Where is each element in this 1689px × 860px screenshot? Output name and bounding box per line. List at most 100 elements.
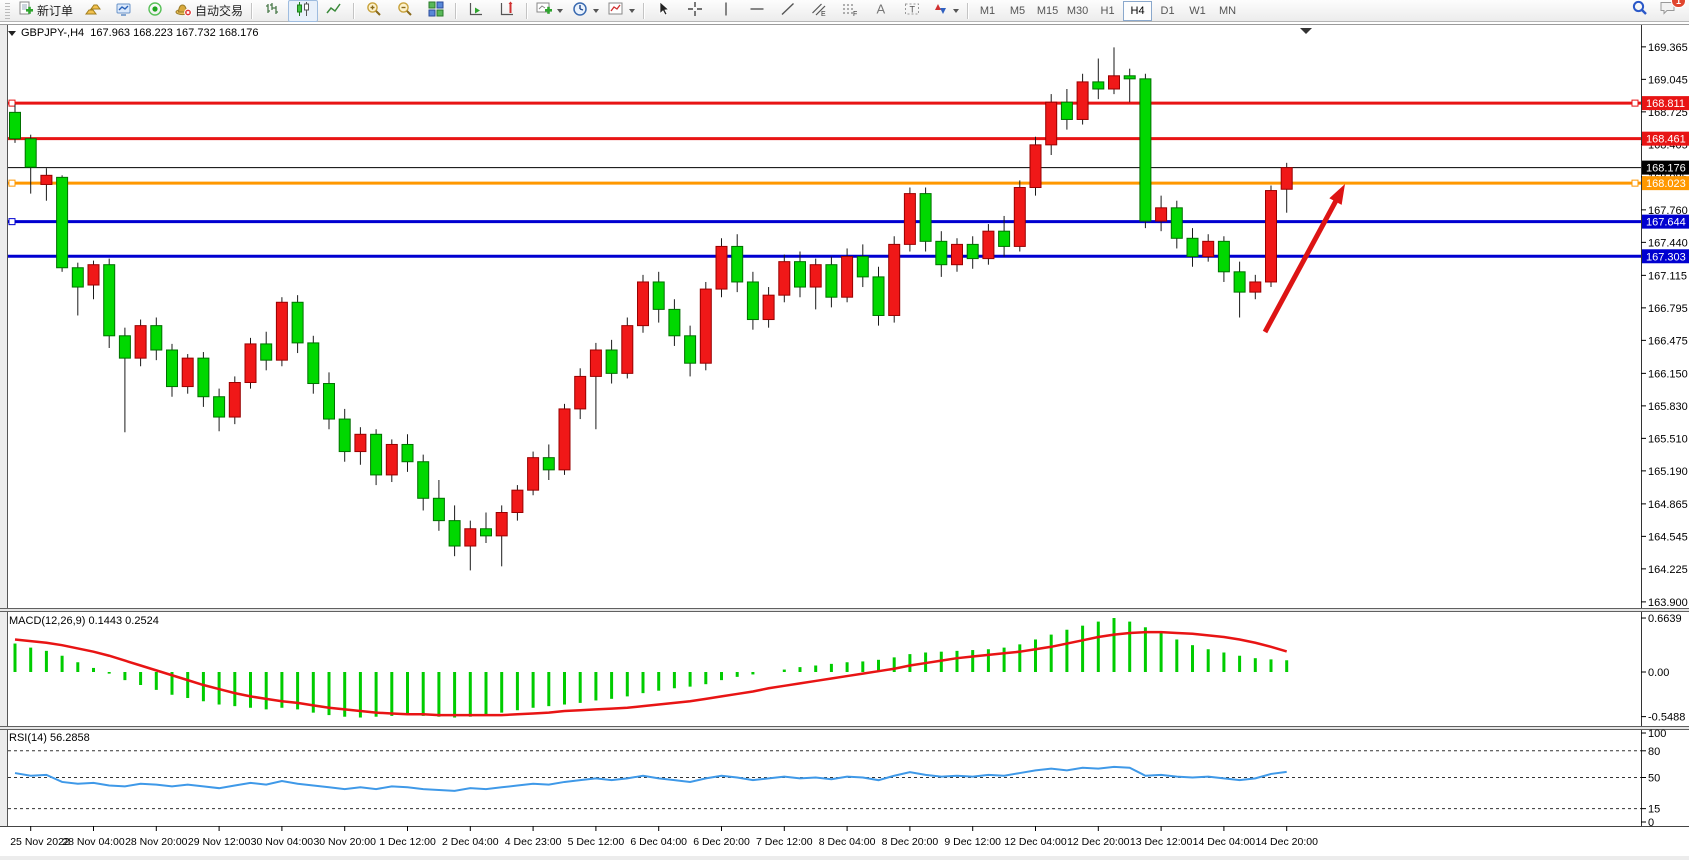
svg-text:168.461: 168.461 (1646, 134, 1686, 146)
candle-chart-mode-button[interactable] (288, 0, 318, 22)
arrows-button[interactable] (928, 0, 963, 22)
rsi-label: RSI(14) 56.2858 (9, 732, 90, 744)
equidistant-channel-button[interactable]: E (804, 0, 834, 22)
timeframe-M1[interactable]: M1 (973, 1, 1002, 21)
price-axis[interactable]: 169.365169.045168.725168.405168.085167.7… (1641, 42, 1689, 609)
horizontal-line-button[interactable] (742, 0, 772, 22)
svg-text:167.644: 167.644 (1646, 217, 1686, 229)
crosshair-button[interactable] (680, 0, 710, 22)
chart-window-button[interactable] (109, 0, 139, 22)
timeframe-M30[interactable]: M30 (1063, 1, 1092, 21)
svg-text:169.045: 169.045 (1648, 74, 1688, 86)
tile-windows-button[interactable] (421, 0, 451, 22)
time-axis[interactable]: 25 Nov 202228 Nov 04:0028 Nov 20:0029 No… (10, 826, 1318, 848)
chart-window-icon (116, 1, 132, 20)
autotrading-label: 自动交易 (195, 2, 243, 19)
svg-text:28 Nov 04:00: 28 Nov 04:00 (62, 836, 125, 848)
svg-text:164.865: 164.865 (1648, 499, 1688, 511)
timeframe-W1[interactable]: W1 (1183, 1, 1212, 21)
auto-scroll-button[interactable] (461, 0, 491, 22)
chart-canvas[interactable]: 169.365169.045168.725168.405168.085167.7… (0, 24, 1689, 860)
svg-text:12 Dec 04:00: 12 Dec 04:00 (1004, 836, 1067, 848)
chevron-down-icon (593, 9, 599, 13)
fibonacci-button[interactable]: F (835, 0, 865, 22)
symbol-dropdown-icon[interactable] (8, 31, 16, 36)
bar-chart-mode-button[interactable] (257, 0, 287, 22)
new-order-button[interactable]: 新订单 (14, 0, 77, 22)
svg-text:164.545: 164.545 (1648, 531, 1688, 543)
separator (643, 3, 645, 19)
search-icon[interactable] (1631, 0, 1649, 22)
timeframe-M5[interactable]: M5 (1003, 1, 1032, 21)
svg-text:25 Nov 2022: 25 Nov 2022 (10, 836, 70, 848)
vertical-line-icon (718, 1, 734, 20)
candlestick-chart-icon (295, 1, 311, 20)
rsi-line (15, 767, 1287, 791)
svg-text:15: 15 (1648, 804, 1660, 816)
timeframe-H4[interactable]: H4 (1123, 1, 1152, 21)
equidistant-channel-icon: E (811, 1, 827, 20)
line-handle[interactable] (1632, 100, 1638, 106)
chevron-down-icon (629, 9, 635, 13)
periods-button[interactable] (568, 0, 603, 22)
line-handle[interactable] (9, 100, 15, 106)
svg-text:165.830: 165.830 (1648, 401, 1688, 413)
symbol-title: GBPJPY-,H4 167.963 168.223 167.732 168.1… (21, 27, 259, 39)
cursor-button[interactable] (649, 0, 679, 22)
line-handle[interactable] (1632, 180, 1638, 186)
gold-button[interactable] (78, 0, 108, 22)
clock-icon (572, 1, 588, 20)
svg-text:29 Nov 12:00: 29 Nov 12:00 (188, 836, 251, 848)
bar-chart-icon (264, 1, 280, 20)
chevron-down-icon (953, 9, 959, 13)
chart-window[interactable]: 169.365169.045168.725168.405168.085167.7… (0, 24, 1689, 860)
svg-text:F: F (853, 11, 857, 17)
text-button[interactable]: A (866, 0, 896, 22)
zoom-out-button[interactable] (390, 0, 420, 22)
trendline-button[interactable] (773, 0, 803, 22)
svg-text:168.176: 168.176 (1646, 163, 1686, 175)
svg-text:0.00: 0.00 (1648, 667, 1669, 679)
svg-text:168.811: 168.811 (1646, 98, 1685, 110)
macd-label: MACD(12,26,9) 0.1443 0.2524 (9, 615, 159, 627)
svg-text:168.023: 168.023 (1646, 178, 1686, 190)
separator (967, 3, 969, 19)
toolbar: 新订单 自动交易 E F A T M1M5M15M30H1H4D1W1MN 1 (0, 0, 1689, 22)
svg-text:0.6639: 0.6639 (1648, 613, 1682, 625)
svg-text:30 Nov 20:00: 30 Nov 20:00 (313, 836, 376, 848)
timeframe-bar: M1M5M15M30H1H4D1W1MN (973, 1, 1242, 21)
svg-text:E: E (821, 11, 826, 17)
notifications-button[interactable]: 1 (1659, 0, 1677, 21)
separator (455, 3, 457, 19)
signal-icon (147, 1, 163, 20)
text-label-button[interactable]: T (897, 0, 927, 22)
line-handle[interactable] (9, 219, 15, 225)
svg-text:0: 0 (1648, 817, 1654, 829)
svg-text:A: A (877, 2, 886, 17)
toolbar-grip[interactable] (5, 3, 10, 19)
timeframe-D1[interactable]: D1 (1153, 1, 1182, 21)
autotrading-button[interactable]: 自动交易 (171, 0, 247, 22)
text-label-icon: T (904, 1, 920, 20)
zoom-in-button[interactable] (359, 0, 389, 22)
separator (251, 3, 253, 19)
templates-button[interactable] (604, 0, 639, 22)
chart-shift-marker[interactable] (1300, 28, 1312, 34)
horizontal-lines (8, 100, 1641, 256)
timeframe-H1[interactable]: H1 (1093, 1, 1122, 21)
svg-text:6 Dec 20:00: 6 Dec 20:00 (693, 836, 750, 848)
svg-text:13 Dec 12:00: 13 Dec 12:00 (1130, 836, 1193, 848)
signal-button[interactable] (140, 0, 170, 22)
svg-text:7 Dec 12:00: 7 Dec 12:00 (756, 836, 813, 848)
timeframe-M15[interactable]: M15 (1033, 1, 1062, 21)
text-icon: A (873, 1, 889, 20)
tile-windows-icon (428, 1, 444, 20)
line-handle[interactable] (9, 180, 15, 186)
line-chart-mode-button[interactable] (319, 0, 349, 22)
line-chart-icon (326, 1, 342, 20)
indicators-button[interactable] (532, 0, 567, 22)
svg-text:100: 100 (1648, 728, 1666, 740)
timeframe-MN[interactable]: MN (1213, 1, 1242, 21)
vertical-line-button[interactable] (711, 0, 741, 22)
chart-shift-button[interactable] (492, 0, 522, 22)
